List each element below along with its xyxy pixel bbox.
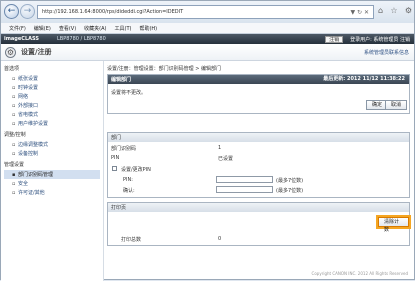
total-prints-value: 0: [218, 236, 222, 242]
menu-file[interactable]: 文件(F): [9, 25, 26, 32]
bullet-icon: ▫: [12, 84, 16, 91]
sidebar-section-title: 首选项: [4, 66, 20, 72]
sidebar-item-label: 安全: [18, 181, 29, 187]
menu-tools[interactable]: 工具(T): [115, 25, 132, 32]
bullet-icon: ▪: [12, 171, 16, 178]
pin-label: PIN: [111, 155, 120, 161]
panel-header: 编辑部门 最后更新: 2012 11/12 11:38:22: [108, 75, 409, 84]
user-label: 登录用户: 系统管理员 注销: [350, 36, 410, 43]
cancel-button[interactable]: 取消: [385, 100, 408, 110]
sidebar-item-security[interactable]: ▫ 安全: [4, 179, 100, 188]
sidebar-item-label: 纸张设置: [18, 76, 39, 82]
menu-view[interactable]: 查看(V): [59, 25, 76, 32]
page-title: 设置/注册: [21, 48, 52, 56]
settings-gear-icon: ⚙: [5, 46, 16, 58]
menu-help[interactable]: 帮助(H): [139, 25, 157, 32]
panel-header: 部门: [108, 133, 409, 142]
brand-logo: imageCLASS: [4, 36, 39, 42]
total-prints-label: 打印总数: [121, 237, 142, 243]
back-icon[interactable]: ←: [4, 4, 19, 19]
set-pin-label: 设置/更改PIN: [121, 167, 151, 173]
pin-input[interactable]: [216, 176, 273, 183]
department-id-label: 部门识别码: [111, 146, 137, 152]
sidebar-item-adjust[interactable]: ▫ 边缘调整模式: [4, 140, 100, 149]
browser-toolbar: ← → http://192.168.1.64:8000/rps/dideddi…: [1, 1, 414, 23]
star-icon[interactable]: ☆: [390, 6, 397, 15]
edit-department-panel: 编辑部门 最后更新: 2012 11/12 11:38:22 设置将不更改。 确…: [107, 74, 410, 114]
sidebar-item-label: 外部接口: [18, 103, 39, 109]
browser-menu-bar: 文件(F) 编辑(E) 查看(V) 收藏夹(A) 工具(T) 帮助(H): [1, 23, 414, 34]
panel-header: 打印页: [108, 203, 409, 212]
main-content: 设置/注册：管理设置：部门识别码管理 > 编辑部门 编辑部门 最后更新: 201…: [107, 61, 414, 279]
app-header: imageCLASS LBP8780 / LBP8780 注销 登录用户: 系统…: [1, 34, 414, 44]
url-text: http://192.168.1.64:8000/rps/dideddi.cgi…: [42, 9, 184, 15]
refresh-icon[interactable]: ▼ ↻ ✕: [351, 9, 369, 16]
bullet-icon: ▫: [12, 75, 16, 82]
bullet-icon: ▫: [12, 93, 16, 100]
browser-window: ← → http://192.168.1.64:8000/rps/dideddi…: [0, 0, 415, 281]
sidebar-item-network[interactable]: ▫ 网络: [4, 92, 100, 101]
sidebar-item-label: 许可证/其他: [18, 190, 45, 196]
sidebar-item-paper[interactable]: ▫ 纸张设置: [4, 74, 100, 83]
sidebar-item-license[interactable]: ▫ 许可证/其他: [4, 188, 100, 197]
department-id-value: 1: [218, 145, 222, 151]
sidebar-section-title: 调整/控制: [4, 132, 26, 138]
sidebar-item-label: 边缘调整模式: [18, 142, 49, 148]
device-name: LBP8780 / LBP8780: [57, 36, 106, 42]
copyright: Copyright CANON INC. 2012 All Rights Res…: [311, 271, 408, 276]
breadcrumb: 设置/注册：管理设置：部门识别码管理 > 编辑部门: [107, 66, 222, 72]
logout-button[interactable]: 注销: [325, 35, 344, 43]
gear-icon[interactable]: ⚙: [405, 6, 412, 15]
last-updated: 最后更新: 2012 11/12 11:38:22: [323, 76, 405, 82]
print-pages-panel: 打印页 清除计数 打印总数 0: [107, 202, 410, 246]
sidebar-section-title: 管理设置: [4, 162, 25, 168]
admin-contact-link[interactable]: 系统管理员联系信息: [364, 49, 409, 56]
panel-title: 编辑部门: [111, 77, 132, 83]
page-title-bar: ⚙ 设置/注册 系统管理员联系信息: [1, 44, 414, 61]
sidebar-item-label: 设备控制: [18, 151, 39, 157]
confirm-input[interactable]: [216, 186, 273, 193]
sidebar-item-department-id[interactable]: ▪ 部门识别码管理: [4, 170, 100, 179]
bullet-icon: ▫: [12, 120, 16, 127]
sidebar-item-interface[interactable]: ▫ 外部接口: [4, 101, 100, 110]
bullet-icon: ▫: [12, 102, 16, 109]
pin-field-label: PIN:: [123, 177, 133, 183]
bullet-icon: ▫: [12, 189, 16, 196]
sidebar-item-label: 用户维护设置: [18, 121, 49, 127]
bullet-icon: ▫: [12, 111, 16, 118]
sidebar-item-label: 时钟设置: [18, 85, 39, 91]
department-panel: 部门 部门识别码 1 PIN 已设置 设置/更改PIN PIN: (最多7位数)…: [107, 132, 410, 198]
pin-value: 已设置: [218, 156, 234, 162]
forward-icon[interactable]: →: [20, 4, 35, 19]
pin-hint: (最多7位数): [276, 178, 304, 184]
appbar-links: 注销 登录用户: 系统管理员 注销: [325, 35, 410, 43]
address-bar[interactable]: http://192.168.1.64:8000/rps/dideddi.cgi…: [37, 5, 374, 19]
clear-count-button[interactable]: 清除计数: [378, 217, 409, 233]
status-message: 设置将不更改。: [111, 90, 147, 96]
toolbar-icons: ⌂ ☆ ⚙: [378, 6, 412, 15]
bullet-icon: ▫: [12, 180, 16, 187]
sidebar: 首选项 ▫ 纸张设置 ▫ 时钟设置 ▫ 网络 ▫ 外部接口 ▫ 省电模式 ▫ 用户维护设置 …: [1, 61, 104, 281]
bullet-icon: ▫: [12, 150, 16, 157]
menu-favorites[interactable]: 收藏夹(A): [84, 25, 106, 32]
sidebar-item-device-control[interactable]: ▫ 设备控制: [4, 149, 100, 158]
sidebar-item-label: 部门识别码管理: [18, 172, 54, 178]
bullet-icon: ▫: [12, 141, 16, 148]
home-icon[interactable]: ⌂: [378, 6, 383, 15]
confirm-hint: (最多7位数): [276, 188, 304, 194]
sidebar-item-label: 省电模式: [18, 112, 39, 118]
sidebar-item-label: 网络: [18, 94, 29, 100]
set-pin-checkbox[interactable]: [112, 166, 117, 171]
confirm-field-label: 确认:: [123, 188, 135, 194]
sidebar-item-user-maintenance[interactable]: ▫ 用户维护设置: [4, 119, 100, 128]
sidebar-item-energy[interactable]: ▫ 省电模式: [4, 110, 100, 119]
menu-edit[interactable]: 编辑(E): [34, 25, 51, 32]
sidebar-item-clock[interactable]: ▫ 时钟设置: [4, 83, 100, 92]
